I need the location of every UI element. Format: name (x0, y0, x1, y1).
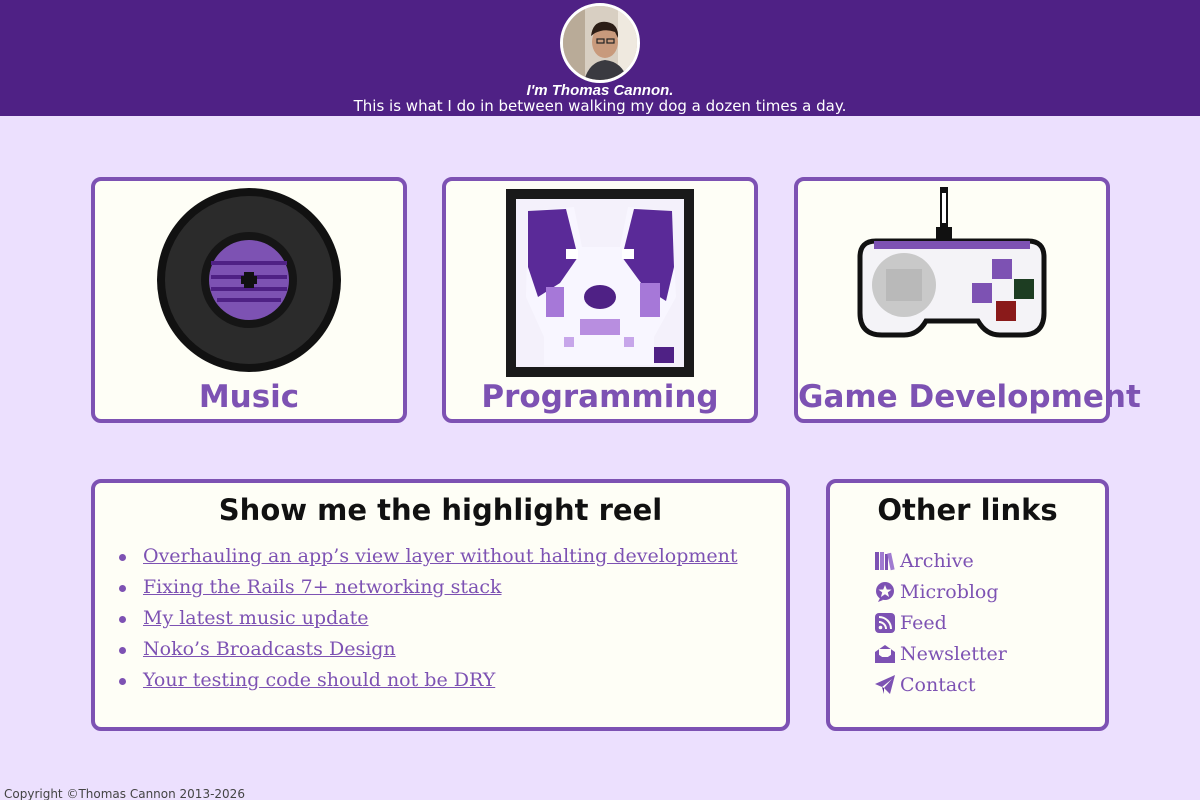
list-item: Contact (874, 669, 1105, 700)
list-item: Noko’s Broadcasts Design (115, 638, 786, 669)
list-item: Archive (874, 545, 1105, 576)
card-game-development-label: Game Development (798, 379, 1141, 415)
list-item: Microblog (874, 576, 1105, 607)
highlight-link[interactable]: Noko’s Broadcasts Design (143, 638, 396, 660)
card-programming[interactable]: Programming (442, 177, 758, 423)
card-game-development[interactable]: Game Development (794, 177, 1141, 423)
card-music[interactable]: Music (91, 177, 407, 423)
highlight-link[interactable]: My latest music update (143, 607, 368, 629)
highlight-link[interactable]: Your testing code should not be DRY (143, 669, 495, 691)
highlight-reel-panel: Show me the highlight reel Overhauling a… (91, 479, 790, 731)
highlight-link[interactable]: Fixing the Rails 7+ networking stack (143, 576, 502, 598)
card-programming-label: Programming (481, 379, 719, 415)
other-links-list: Archive Microblog Feed Newsletter Contac… (874, 545, 1105, 700)
list-item: Feed (874, 607, 1105, 638)
footer-copyright: Copyright ©Thomas Cannon 2013-2026 (4, 787, 245, 800)
dog-portrait-icon (506, 189, 694, 377)
list-item: Your testing code should not be DRY (115, 669, 786, 700)
list-item: Overhauling an app’s view layer without … (115, 545, 786, 576)
highlight-link[interactable]: Overhauling an app’s view layer without … (143, 545, 738, 567)
feed-link[interactable]: Feed (900, 612, 947, 634)
paper-plane-icon (875, 674, 895, 694)
list-item: My latest music update (115, 607, 786, 638)
vinyl-record-icon (157, 188, 341, 372)
card-music-label: Music (198, 379, 300, 415)
site-header: I'm Thomas Cannon. This is what I do in … (0, 0, 1200, 116)
star-badge-icon (876, 581, 894, 602)
list-item: Newsletter (874, 638, 1105, 669)
contact-link[interactable]: Contact (900, 674, 975, 696)
books-icon (875, 551, 895, 570)
rss-icon (875, 612, 895, 633)
highlight-reel-title: Show me the highlight reel (218, 493, 663, 527)
archive-link[interactable]: Archive (900, 550, 974, 572)
newsletter-link[interactable]: Newsletter (900, 643, 1007, 665)
site-tagline: This is what I do in between walking my … (353, 97, 847, 115)
highlight-list: Overhauling an app’s view layer without … (115, 545, 786, 700)
game-controller-icon (857, 187, 1047, 338)
other-links-title: Other links (877, 493, 1058, 527)
avatar (560, 3, 640, 83)
microblog-link[interactable]: Microblog (900, 581, 999, 603)
envelope-open-icon (875, 644, 895, 663)
other-links-panel: Other links Archive Microblog Feed Newsl… (826, 479, 1109, 731)
list-item: Fixing the Rails 7+ networking stack (115, 576, 786, 607)
